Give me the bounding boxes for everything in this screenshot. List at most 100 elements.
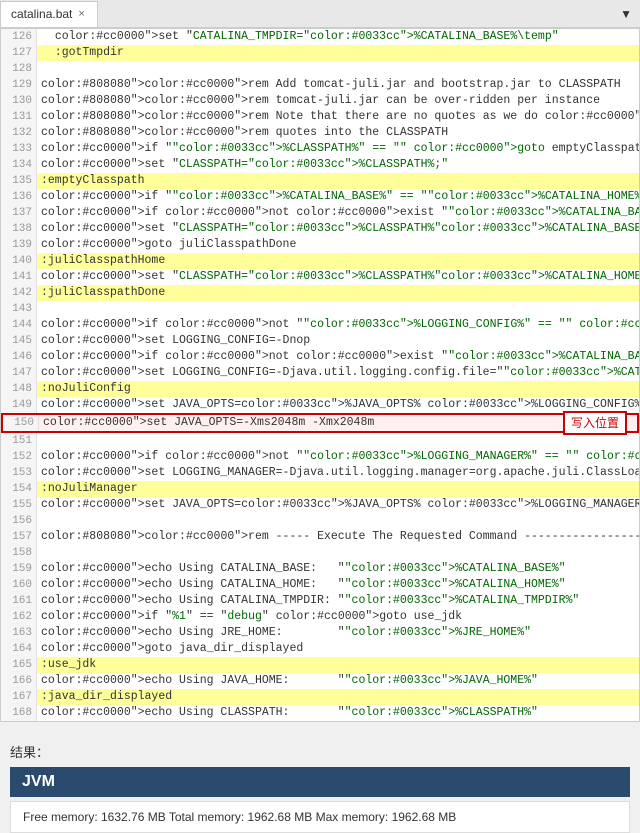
code-line: 167:java_dir_displayed xyxy=(1,689,639,705)
line-number: 135 xyxy=(1,173,37,189)
line-content: color:#cc0000">if "%1" == "debug" color:… xyxy=(37,609,639,625)
code-editor: 126 color:#cc0000">set "CATALINA_TMPDIR=… xyxy=(0,28,640,722)
line-number: 128 xyxy=(1,61,37,77)
line-number: 160 xyxy=(1,577,37,593)
line-number: 133 xyxy=(1,141,37,157)
line-number: 131 xyxy=(1,109,37,125)
result-label: 结果： xyxy=(10,742,630,761)
line-content: color:#cc0000">set "CATALINA_TMPDIR="col… xyxy=(37,29,639,45)
code-line: 135:emptyClasspath xyxy=(1,173,639,189)
line-content: color:#cc0000">echo Using CATALINA_TMPDI… xyxy=(37,593,639,609)
code-line: 133color:#cc0000">if ""color:#0033cc">%C… xyxy=(1,141,639,157)
line-content: color:#cc0000">echo Using CLASSPATH: ""c… xyxy=(37,705,639,721)
tab-close-icon[interactable]: × xyxy=(76,8,86,20)
line-content: color:#cc0000">set "CLASSPATH="color:#00… xyxy=(37,157,639,173)
code-line: 149color:#cc0000">set JAVA_OPTS=color:#0… xyxy=(1,397,639,413)
line-content: :use_jdk xyxy=(37,657,639,673)
line-number: 147 xyxy=(1,365,37,381)
line-content: color:#cc0000">echo Using JAVA_HOME: ""c… xyxy=(37,673,639,689)
code-line: 134color:#cc0000">set "CLASSPATH="color:… xyxy=(1,157,639,173)
line-number: 127 xyxy=(1,45,37,61)
line-content: :noJuliConfig xyxy=(37,381,639,397)
code-line: 137color:#cc0000">if color:#cc0000">not … xyxy=(1,205,639,221)
code-line: 158 xyxy=(1,545,639,561)
line-number: 156 xyxy=(1,513,37,529)
line-number: 157 xyxy=(1,529,37,545)
line-number: 138 xyxy=(1,221,37,237)
line-content: color:#cc0000">if color:#cc0000">not ""c… xyxy=(37,449,640,465)
line-number: 161 xyxy=(1,593,37,609)
code-line: 168color:#cc0000">echo Using CLASSPATH: … xyxy=(1,705,639,721)
line-number: 145 xyxy=(1,333,37,349)
line-content: color:#cc0000">if color:#cc0000">not col… xyxy=(37,349,640,365)
code-line: 156 xyxy=(1,513,639,529)
line-content xyxy=(37,545,639,561)
code-line: 152color:#cc0000">if color:#cc0000">not … xyxy=(1,449,639,465)
code-line: 153color:#cc0000">set LOGGING_MANAGER=-D… xyxy=(1,465,639,481)
line-number: 165 xyxy=(1,657,37,673)
line-content: color:#cc0000">set JAVA_OPTS=color:#0033… xyxy=(37,497,640,513)
line-content: color:#cc0000">echo Using JRE_HOME: ""co… xyxy=(37,625,639,641)
line-content: color:#cc0000">goto juliClasspathDone xyxy=(37,237,639,253)
line-number: 130 xyxy=(1,93,37,109)
code-line: 128 xyxy=(1,61,639,77)
line-content: color:#cc0000">echo Using CATALINA_HOME:… xyxy=(37,577,639,593)
code-line: 154:noJuliManager xyxy=(1,481,639,497)
code-line: 151 xyxy=(1,433,639,449)
line-number: 154 xyxy=(1,481,37,497)
code-line: 144color:#cc0000">if color:#cc0000">not … xyxy=(1,317,639,333)
line-number: 144 xyxy=(1,317,37,333)
line-number: 148 xyxy=(1,381,37,397)
line-content: color:#808080">color:#cc0000">rem Note t… xyxy=(37,109,640,125)
jvm-stats: Free memory: 1632.76 MB Total memory: 19… xyxy=(10,801,630,833)
code-line: 130color:#808080">color:#cc0000">rem tom… xyxy=(1,93,639,109)
line-content: :juliClasspathDone xyxy=(37,285,639,301)
code-line: 161color:#cc0000">echo Using CATALINA_TM… xyxy=(1,593,639,609)
line-number: 166 xyxy=(1,673,37,689)
line-number: 141 xyxy=(1,269,37,285)
line-content: color:#cc0000">set LOGGING_MANAGER=-Djav… xyxy=(37,465,640,481)
line-number: 153 xyxy=(1,465,37,481)
line-number: 132 xyxy=(1,125,37,141)
tab-label: catalina.bat xyxy=(11,7,72,21)
line-content: color:#cc0000">set "CLASSPATH="color:#00… xyxy=(37,269,640,285)
line-content: color:#808080">color:#cc0000">rem ----- … xyxy=(37,529,640,545)
line-number: 140 xyxy=(1,253,37,269)
line-content: color:#cc0000">set LOGGING_CONFIG=-Dnop xyxy=(37,333,639,349)
result-section: 结果： JVM Free memory: 1632.76 MB Total me… xyxy=(0,742,640,833)
catalina-tab[interactable]: catalina.bat × xyxy=(0,1,98,27)
code-line: 165:use_jdk xyxy=(1,657,639,673)
code-line: 145color:#cc0000">set LOGGING_CONFIG=-Dn… xyxy=(1,333,639,349)
line-content: color:#cc0000">if color:#cc0000">not ""c… xyxy=(37,317,640,333)
code-line: 141color:#cc0000">set "CLASSPATH="color:… xyxy=(1,269,639,285)
tab-bar: catalina.bat × ▼ xyxy=(0,0,640,28)
jvm-title: JVM xyxy=(10,767,630,797)
code-line: 159color:#cc0000">echo Using CATALINA_BA… xyxy=(1,561,639,577)
line-number: 167 xyxy=(1,689,37,705)
tab-dropdown-icon[interactable]: ▼ xyxy=(612,3,640,25)
line-number: 136 xyxy=(1,189,37,205)
code-line: 132color:#808080">color:#cc0000">rem quo… xyxy=(1,125,639,141)
line-content: color:#cc0000">if color:#cc0000">not col… xyxy=(37,205,640,221)
code-line: 160color:#cc0000">echo Using CATALINA_HO… xyxy=(1,577,639,593)
code-line: 150color:#cc0000">set JAVA_OPTS=-Xms2048… xyxy=(1,413,639,433)
line-number: 168 xyxy=(1,705,37,721)
line-content: color:#cc0000">if ""color:#0033cc">%CLAS… xyxy=(37,141,640,157)
code-line: 162color:#cc0000">if "%1" == "debug" col… xyxy=(1,609,639,625)
annotation-box: 写入位置 xyxy=(563,411,627,435)
line-number: 134 xyxy=(1,157,37,173)
line-content: color:#cc0000">set "CLASSPATH="color:#00… xyxy=(37,221,640,237)
code-line: 139color:#cc0000">goto juliClasspathDone xyxy=(1,237,639,253)
line-content xyxy=(37,301,639,317)
line-number: 139 xyxy=(1,237,37,253)
line-content: :juliClasspathHome xyxy=(37,253,639,269)
code-line: 127 :gotTmpdir xyxy=(1,45,639,61)
code-lines: 126 color:#cc0000">set "CATALINA_TMPDIR=… xyxy=(1,29,639,721)
line-number: 164 xyxy=(1,641,37,657)
line-number: 155 xyxy=(1,497,37,513)
line-content: color:#cc0000">set JAVA_OPTS=-Xms2048m -… xyxy=(39,415,637,431)
code-line: 136color:#cc0000">if ""color:#0033cc">%C… xyxy=(1,189,639,205)
code-line: 164color:#cc0000">goto java_dir_displaye… xyxy=(1,641,639,657)
code-line: 142:juliClasspathDone xyxy=(1,285,639,301)
code-line: 146color:#cc0000">if color:#cc0000">not … xyxy=(1,349,639,365)
